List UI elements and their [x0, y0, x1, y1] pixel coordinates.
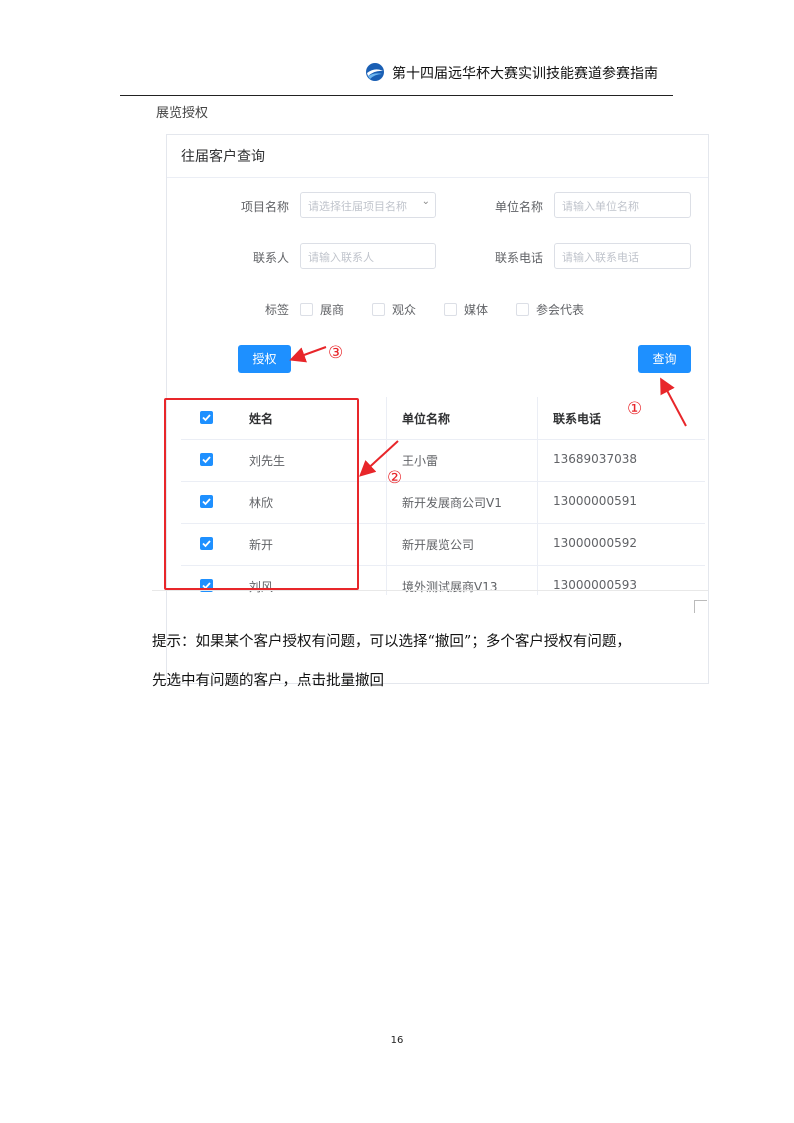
query-button[interactable]: 查询: [638, 345, 691, 373]
cell-phone: 13689037038: [553, 452, 637, 466]
unit-input[interactable]: 请输入单位名称: [554, 192, 691, 218]
phone-placeholder: 请输入联系电话: [562, 251, 639, 264]
project-label: 项目名称: [241, 200, 290, 214]
contact-placeholder: 请输入联系人: [308, 251, 374, 264]
page-number: 16: [390, 1035, 404, 1046]
cell-unit: 王小雷: [402, 454, 439, 468]
header-phone: 联系电话: [553, 412, 602, 426]
annotation-one: ①: [627, 399, 643, 419]
header-unit: 单位名称: [402, 412, 451, 426]
selection-highlight-box: [164, 398, 359, 590]
header-title: 第十四届远华杯大赛实训技能赛道参赛指南: [392, 66, 658, 82]
authorize-button[interactable]: 授权: [238, 345, 291, 373]
cell-unit: 境外测试展商V13: [402, 580, 498, 594]
tag-checkbox-media[interactable]: [444, 303, 457, 316]
tag-media: 媒体: [464, 303, 489, 317]
breadcrumb: 展览授权: [156, 106, 209, 121]
project-placeholder: 请选择往届项目名称: [308, 200, 407, 213]
column-divider: [537, 523, 538, 565]
tag-checkbox-delegate[interactable]: [516, 303, 529, 316]
cell-phone: 13000000592: [553, 536, 637, 550]
column-divider: [537, 481, 538, 523]
column-divider: [537, 397, 538, 439]
contact-label: 联系人: [253, 251, 290, 265]
column-divider: [386, 397, 387, 439]
tag-audience: 观众: [392, 303, 417, 317]
panel-title: 往届客户查询: [181, 149, 265, 165]
note-line-2: 先选中有问题的客户，点击批量撤回: [152, 673, 384, 689]
tag-label: 标签: [265, 303, 290, 317]
cell-unit: 新开展览公司: [402, 538, 475, 552]
logo-icon: [366, 63, 384, 81]
column-divider: [386, 523, 387, 565]
screenshot-bottom-edge: [152, 590, 708, 591]
tag-delegate: 参会代表: [536, 303, 585, 317]
unit-placeholder: 请输入单位名称: [562, 200, 639, 213]
unit-label: 单位名称: [495, 200, 544, 214]
corner-mark: [694, 600, 707, 613]
phone-label: 联系电话: [495, 251, 544, 265]
cell-unit: 新开发展商公司V1: [402, 496, 502, 510]
cell-phone: 13000000591: [553, 494, 637, 508]
document-header: 第十四届远华杯大赛实训技能赛道参赛指南: [120, 56, 673, 96]
note-line-1: 提示：如果某个客户授权有问题，可以选择“撤回”；多个客户授权有问题，: [152, 634, 631, 650]
chevron-down-icon: ⌄: [421, 196, 430, 207]
annotation-three: ③: [328, 343, 344, 363]
project-select[interactable]: 请选择往届项目名称 ⌄: [300, 192, 436, 218]
annotation-two: ②: [387, 468, 403, 488]
panel-header: 往届客户查询: [167, 135, 708, 178]
contact-input[interactable]: 请输入联系人: [300, 243, 436, 269]
column-divider: [537, 439, 538, 481]
phone-input[interactable]: 请输入联系电话: [554, 243, 691, 269]
tag-checkbox-audience[interactable]: [372, 303, 385, 316]
tag-checkbox-exhibitor[interactable]: [300, 303, 313, 316]
tag-exhibitor: 展商: [320, 303, 345, 317]
